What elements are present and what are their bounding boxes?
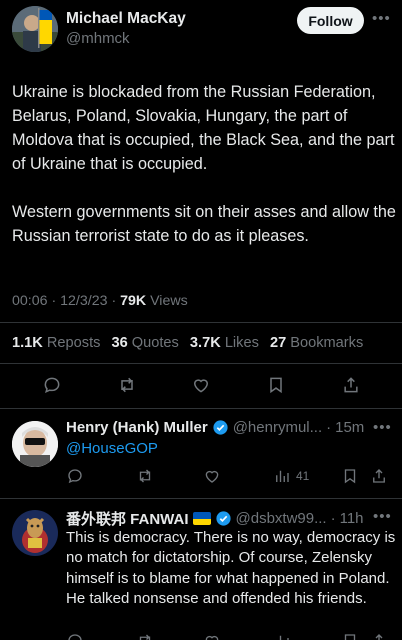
reply-text: This is democracy. There is no way, demo…	[66, 529, 396, 608]
avatar[interactable]	[12, 6, 58, 52]
bookmark-icon[interactable]	[341, 632, 359, 640]
repost-icon[interactable]	[136, 467, 154, 485]
reply-header: 番外联邦 FANWAI @dsbxtw99... · 11h	[66, 508, 364, 529]
bookmark-icon[interactable]	[341, 467, 359, 485]
avatar-photo	[12, 6, 58, 52]
author-name[interactable]: Michael MacKay	[66, 10, 186, 28]
repost-icon[interactable]	[115, 373, 139, 397]
reply-tweet[interactable]: Henry (Hank) Muller @henrymul... · 15m •…	[0, 408, 402, 498]
ukraine-flag-icon	[192, 512, 211, 525]
author-name[interactable]: Henry (Hank) Muller	[66, 419, 208, 436]
reply-actions	[66, 632, 396, 640]
like-icon[interactable]	[189, 373, 213, 397]
divider	[0, 322, 402, 323]
share-icon[interactable]	[370, 467, 388, 485]
follow-button[interactable]: Follow	[297, 7, 364, 34]
tweet-date[interactable]: 12/3/23	[60, 293, 107, 309]
views-stat[interactable]: 41	[273, 467, 309, 485]
author-name[interactable]: 番外联邦 FANWAI	[66, 508, 189, 529]
tweet-text: Ukraine is blockaded from the Russian Fe…	[12, 80, 397, 272]
reply-header: Henry (Hank) Muller @henrymul... · 15m	[66, 419, 365, 436]
reply-icon[interactable]	[66, 467, 84, 485]
like-icon[interactable]	[203, 632, 221, 640]
share-icon[interactable]	[370, 632, 388, 640]
bookmark-icon[interactable]	[264, 373, 288, 397]
repost-icon[interactable]	[136, 632, 154, 640]
tweet-paragraph: Ukraine is blockaded from the Russian Fe…	[12, 83, 399, 173]
reply-time[interactable]: 11h	[340, 510, 364, 527]
author-handle[interactable]: @mhmck	[66, 30, 130, 47]
reply-text[interactable]: @HouseGOP	[66, 439, 396, 459]
share-icon[interactable]	[339, 373, 363, 397]
avatar[interactable]	[12, 421, 58, 467]
reply-actions: 41	[66, 467, 396, 489]
views-label: Views	[150, 293, 188, 309]
analytics-icon	[276, 470, 289, 482]
tweet-stats: 1.1K Reposts 36 Quotes 3.7K Likes 27 Boo…	[12, 335, 370, 351]
quotes-stat[interactable]: 36 Quotes	[112, 335, 179, 351]
author-handle[interactable]: @henrymul...	[233, 419, 322, 436]
tweet-actions	[0, 373, 402, 399]
analytics-icon	[279, 635, 289, 640]
avatar-photo	[12, 421, 58, 467]
avatar[interactable]	[12, 510, 58, 556]
views-stat[interactable]	[273, 632, 291, 640]
bookmarks-stat[interactable]: 27 Bookmarks	[270, 335, 363, 351]
views-count: 79K	[120, 293, 147, 309]
reply-icon[interactable]	[66, 632, 84, 640]
reply-icon[interactable]	[40, 373, 64, 397]
reply-time[interactable]: 15m	[335, 419, 364, 436]
views-count: 41	[296, 469, 310, 483]
avatar-photo	[12, 510, 58, 556]
more-options-icon[interactable]: •••	[373, 419, 392, 436]
tweet-time[interactable]: 00:06	[12, 293, 48, 309]
verified-badge-icon	[215, 511, 231, 526]
likes-stat[interactable]: 3.7K Likes	[190, 335, 259, 351]
verified-badge-icon	[213, 420, 228, 435]
divider	[0, 363, 402, 364]
like-icon[interactable]	[203, 467, 221, 485]
more-options-icon[interactable]: •••	[373, 508, 392, 525]
more-options-icon[interactable]: •••	[372, 10, 391, 27]
reply-tweet[interactable]: 番外联邦 FANWAI @dsbxtw99... · 11h ••• This …	[0, 498, 402, 640]
author-handle[interactable]: @dsbxtw99...	[236, 510, 327, 527]
tweet-paragraph: Western governments sit on their asses a…	[12, 203, 401, 245]
tweet-meta: 00:06 · 12/3/23 · 79K Views	[12, 293, 188, 309]
reposts-stat[interactable]: 1.1K Reposts	[12, 335, 100, 351]
